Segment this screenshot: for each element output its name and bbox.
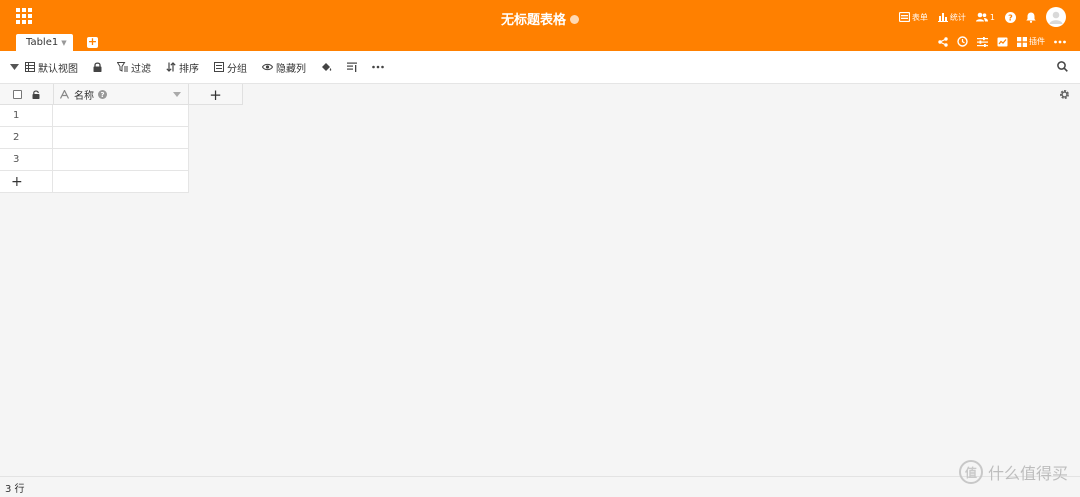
add-column-label: + <box>209 85 222 104</box>
svg-text:?: ? <box>1008 13 1013 22</box>
chart-view-button[interactable] <box>997 37 1008 47</box>
sliders-icon <box>977 36 988 47</box>
eye-icon <box>262 63 273 71</box>
sort-label: 排序 <box>179 63 199 75</box>
caret-down-icon <box>10 64 19 70</box>
table-title[interactable]: 无标题表格 <box>501 13 566 28</box>
search-icon <box>1057 61 1068 72</box>
watermark: 值 什么值得买 <box>958 460 1068 484</box>
row-count: 3 行 <box>5 483 25 495</box>
select-all-checkbox[interactable] <box>13 90 22 99</box>
user-avatar[interactable] <box>1046 7 1066 27</box>
grid-view-icon <box>25 62 35 72</box>
form-button[interactable]: 表单 <box>898 12 928 23</box>
share-icon <box>938 36 948 47</box>
status-bar: 3 行 <box>0 476 1080 497</box>
add-row[interactable]: + <box>0 171 189 193</box>
filter-icon <box>117 62 128 72</box>
gear-icon <box>1059 89 1070 100</box>
add-row-cell[interactable] <box>54 171 188 192</box>
text-type-icon <box>60 90 69 99</box>
view-selector[interactable]: 默认视图 <box>10 60 78 75</box>
table-row[interactable]: 2 <box>0 127 189 149</box>
add-column-button[interactable]: + <box>189 84 243 105</box>
help-icon[interactable]: ? <box>98 90 107 99</box>
add-row-button[interactable]: + <box>0 171 53 192</box>
bell-icon <box>1026 12 1036 23</box>
form-label: 表单 <box>911 12 928 22</box>
notifications-button[interactable] <box>1026 12 1036 23</box>
chevron-down-icon[interactable]: ▼ <box>61 39 66 47</box>
name-cell[interactable] <box>54 127 188 148</box>
hide-columns-button[interactable]: 隐藏列 <box>262 60 306 75</box>
search-button[interactable] <box>1057 61 1068 75</box>
lock-icon <box>93 62 102 72</box>
plugins-label: 插件 <box>1029 37 1045 46</box>
more-icon <box>372 65 384 69</box>
grid-header: 名称 ? + <box>0 84 243 105</box>
filter-label: 过滤 <box>131 63 151 75</box>
group-button[interactable]: 分组 <box>214 60 247 75</box>
sort-button[interactable]: 排序 <box>166 60 199 75</box>
more-icon <box>1054 40 1066 43</box>
row-number: 3 <box>0 149 53 170</box>
share-button[interactable] <box>938 36 948 47</box>
avatar-icon <box>1049 11 1063 24</box>
help-button[interactable]: ? <box>1005 11 1016 23</box>
grid-settings-button[interactable] <box>1059 89 1070 103</box>
apps-grid-icon[interactable] <box>16 8 32 24</box>
app-header: 无标题表格 表单 统计 1 ? Table1 ▼ + 插件 <box>0 0 1080 51</box>
stats-label: 统计 <box>949 12 966 22</box>
group-icon <box>214 62 224 72</box>
collaborators-count: 1 <box>989 12 995 22</box>
row-height-icon <box>347 62 357 72</box>
tab-label: Table1 <box>26 37 59 48</box>
paint-bucket-icon <box>322 63 332 71</box>
header-actions: 表单 统计 1 ? <box>898 6 1066 28</box>
view-name: 默认视图 <box>38 63 78 75</box>
row-number: 1 <box>0 105 53 126</box>
view-toolbar: 默认视图 过滤 排序 分组 隐藏列 <box>0 51 1080 84</box>
history-button[interactable] <box>957 36 968 47</box>
hide-columns-label: 隐藏列 <box>276 63 306 75</box>
filter-button[interactable]: 过滤 <box>117 60 151 75</box>
more-button[interactable] <box>1054 40 1066 44</box>
history-icon <box>957 36 968 47</box>
settings-sliders-button[interactable] <box>977 36 988 47</box>
lock-view-button[interactable] <box>93 62 102 72</box>
name-cell[interactable] <box>54 105 188 126</box>
plugins-button[interactable]: 插件 <box>1017 36 1045 47</box>
plugins-icon <box>1017 36 1027 47</box>
column-header-name[interactable]: 名称 ? <box>54 84 189 105</box>
group-label: 分组 <box>227 63 247 75</box>
toolbar-more-button[interactable] <box>372 65 384 69</box>
row-select-header <box>0 84 54 105</box>
column-name: 名称 <box>74 91 94 102</box>
watermark-logo: 值 <box>958 460 983 484</box>
table-actions: 插件 <box>938 36 1066 47</box>
table-row[interactable]: 3 <box>0 149 189 171</box>
help-icon: ? <box>1005 11 1016 23</box>
users-icon <box>975 12 988 22</box>
lock-icon <box>32 90 40 99</box>
name-cell[interactable] <box>54 149 188 170</box>
tab-table1[interactable]: Table1 ▼ <box>16 34 73 51</box>
save-status-dot <box>570 15 579 24</box>
row-height-button[interactable] <box>347 62 357 72</box>
stats-button[interactable]: 统计 <box>937 12 966 23</box>
add-table-button[interactable]: + <box>87 36 98 48</box>
line-chart-icon <box>997 37 1008 46</box>
svg-text:?: ? <box>100 91 104 99</box>
collaborators-button[interactable]: 1 <box>975 12 995 22</box>
row-number: 2 <box>0 127 53 148</box>
column-menu-chevron-icon[interactable] <box>173 92 181 97</box>
bar-chart-icon <box>937 12 948 22</box>
row-color-button[interactable] <box>321 62 332 72</box>
sort-icon <box>166 62 176 72</box>
watermark-text: 什么值得买 <box>987 464 1068 483</box>
table-row[interactable]: 1 <box>0 105 189 127</box>
form-icon <box>898 12 910 22</box>
